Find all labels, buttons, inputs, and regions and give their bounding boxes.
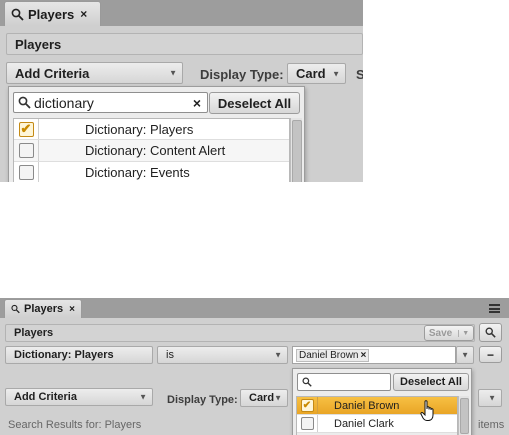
add-criteria-label: Add Criteria [15,65,90,81]
search-button[interactable] [479,323,502,342]
search-results-text: Search Results for: Players [8,419,142,431]
chevron-down-icon: ▼ [274,393,282,403]
token-label: Daniel Brown [299,349,359,361]
search-value: dictionary [34,94,94,111]
chevron-down-icon: ▼ [332,69,340,78]
chevron-down-icon: ▼ [274,350,282,360]
tab-players[interactable]: Players × [4,299,82,318]
panel-title-bar: Players [5,324,475,342]
search-icon [11,304,20,314]
bottom-screenshot: Players × Players Save ▼ Dictionary: Pla… [0,298,509,435]
panel-title: Players [14,327,54,339]
panel-title-bar: Players [6,33,363,55]
top-screenshot: Players × Players Add Criteria ▼ Display… [0,0,363,182]
save-label: Save [428,327,453,339]
criteria-field-value: Dictionary: Players [14,349,114,361]
tab-players[interactable]: Players × [4,1,101,26]
chevron-down-icon[interactable]: ▼ [458,329,469,337]
popup-scrollbar[interactable] [290,118,302,182]
option-label: Daniel Brown [334,399,400,412]
checkbox[interactable] [300,417,314,430]
display-type-label: Display Type: [200,67,284,82]
deselect-all-button[interactable]: Deselect All [393,373,469,391]
tab-label: Players [24,303,64,315]
criteria-value-dropdown-toggle[interactable]: ▼ [456,346,474,364]
add-criteria-dropdown[interactable]: Add Criteria ▼ [6,62,183,84]
search-icon [485,327,496,338]
option-label: Dictionary: Events [85,165,190,180]
save-button[interactable]: Save ▼ [424,325,474,341]
search-input[interactable]: dictionary × [13,92,208,113]
criteria-picker-popup: dictionary × Deselect All ✔ Dictionary: … [8,86,305,182]
chevron-down-icon: ▼ [488,393,496,403]
checkbox-checked[interactable]: ✔ [300,399,314,412]
remove-criteria-label: − [486,347,494,362]
option-label: Dictionary: Players [85,121,194,137]
scrollbar-thumb[interactable] [460,398,469,434]
criteria-operator-value: is [166,349,174,361]
chevron-down-icon: ▼ [461,350,469,360]
right-dropdown[interactable]: ▼ [478,389,502,407]
display-type-value: Card [249,392,275,404]
display-type-value: Card [296,66,326,81]
panel-title: Players [15,36,62,52]
remove-criteria-button[interactable]: − [479,346,502,363]
criteria-field-dropdown[interactable]: Dictionary: Players [5,346,153,364]
tab-close-icon[interactable]: × [80,7,87,21]
search-icon [11,8,24,21]
clear-search-icon[interactable]: × [193,95,201,111]
chevron-down-icon: ▼ [139,392,147,402]
hamburger-icon[interactable] [489,304,500,313]
tab-close-icon[interactable]: × [69,304,75,315]
hand-cursor-icon [420,400,434,421]
checkbox-checked[interactable]: ✔ [18,121,34,137]
scrollbar-thumb[interactable] [292,120,302,182]
items-count-text: items [478,419,505,431]
value-picker-popup: Deselect All ✔ Daniel Brown Daniel Clark [292,368,472,435]
search-input[interactable] [297,373,391,391]
checkbox[interactable] [18,165,34,180]
popup-scrollbar[interactable] [458,396,469,435]
search-icon [302,377,312,387]
add-criteria-dropdown[interactable]: Add Criteria ▼ [5,388,153,406]
list-item[interactable]: ✔ Dictionary: Players [14,119,289,140]
list-item[interactable]: Dictionary: Content Alert [14,140,289,162]
add-criteria-label: Add Criteria [14,391,77,403]
chevron-down-icon: ▼ [169,68,177,78]
display-type-dropdown[interactable]: Card ▼ [240,389,288,407]
selected-token: Daniel Brown × [296,348,370,362]
deselect-all-button[interactable]: Deselect All [209,92,300,114]
option-list: ✔ Dictionary: Players Dictionary: Conten… [13,118,290,182]
checkbox[interactable] [18,143,34,158]
display-type-label: Display Type: [167,394,238,406]
option-label: Dictionary: Content Alert [85,143,226,158]
list-item[interactable]: Dictionary: Events [14,162,289,182]
option-label: Daniel Clark [334,417,394,430]
tab-label: Players [28,6,75,22]
search-icon [18,96,31,109]
criteria-value-field[interactable]: Daniel Brown × [292,346,456,364]
truncated-label: S [356,67,363,82]
criteria-operator-dropdown[interactable]: is ▼ [157,346,288,364]
display-type-dropdown[interactable]: Card ▼ [287,63,346,84]
token-remove-icon[interactable]: × [360,350,366,361]
